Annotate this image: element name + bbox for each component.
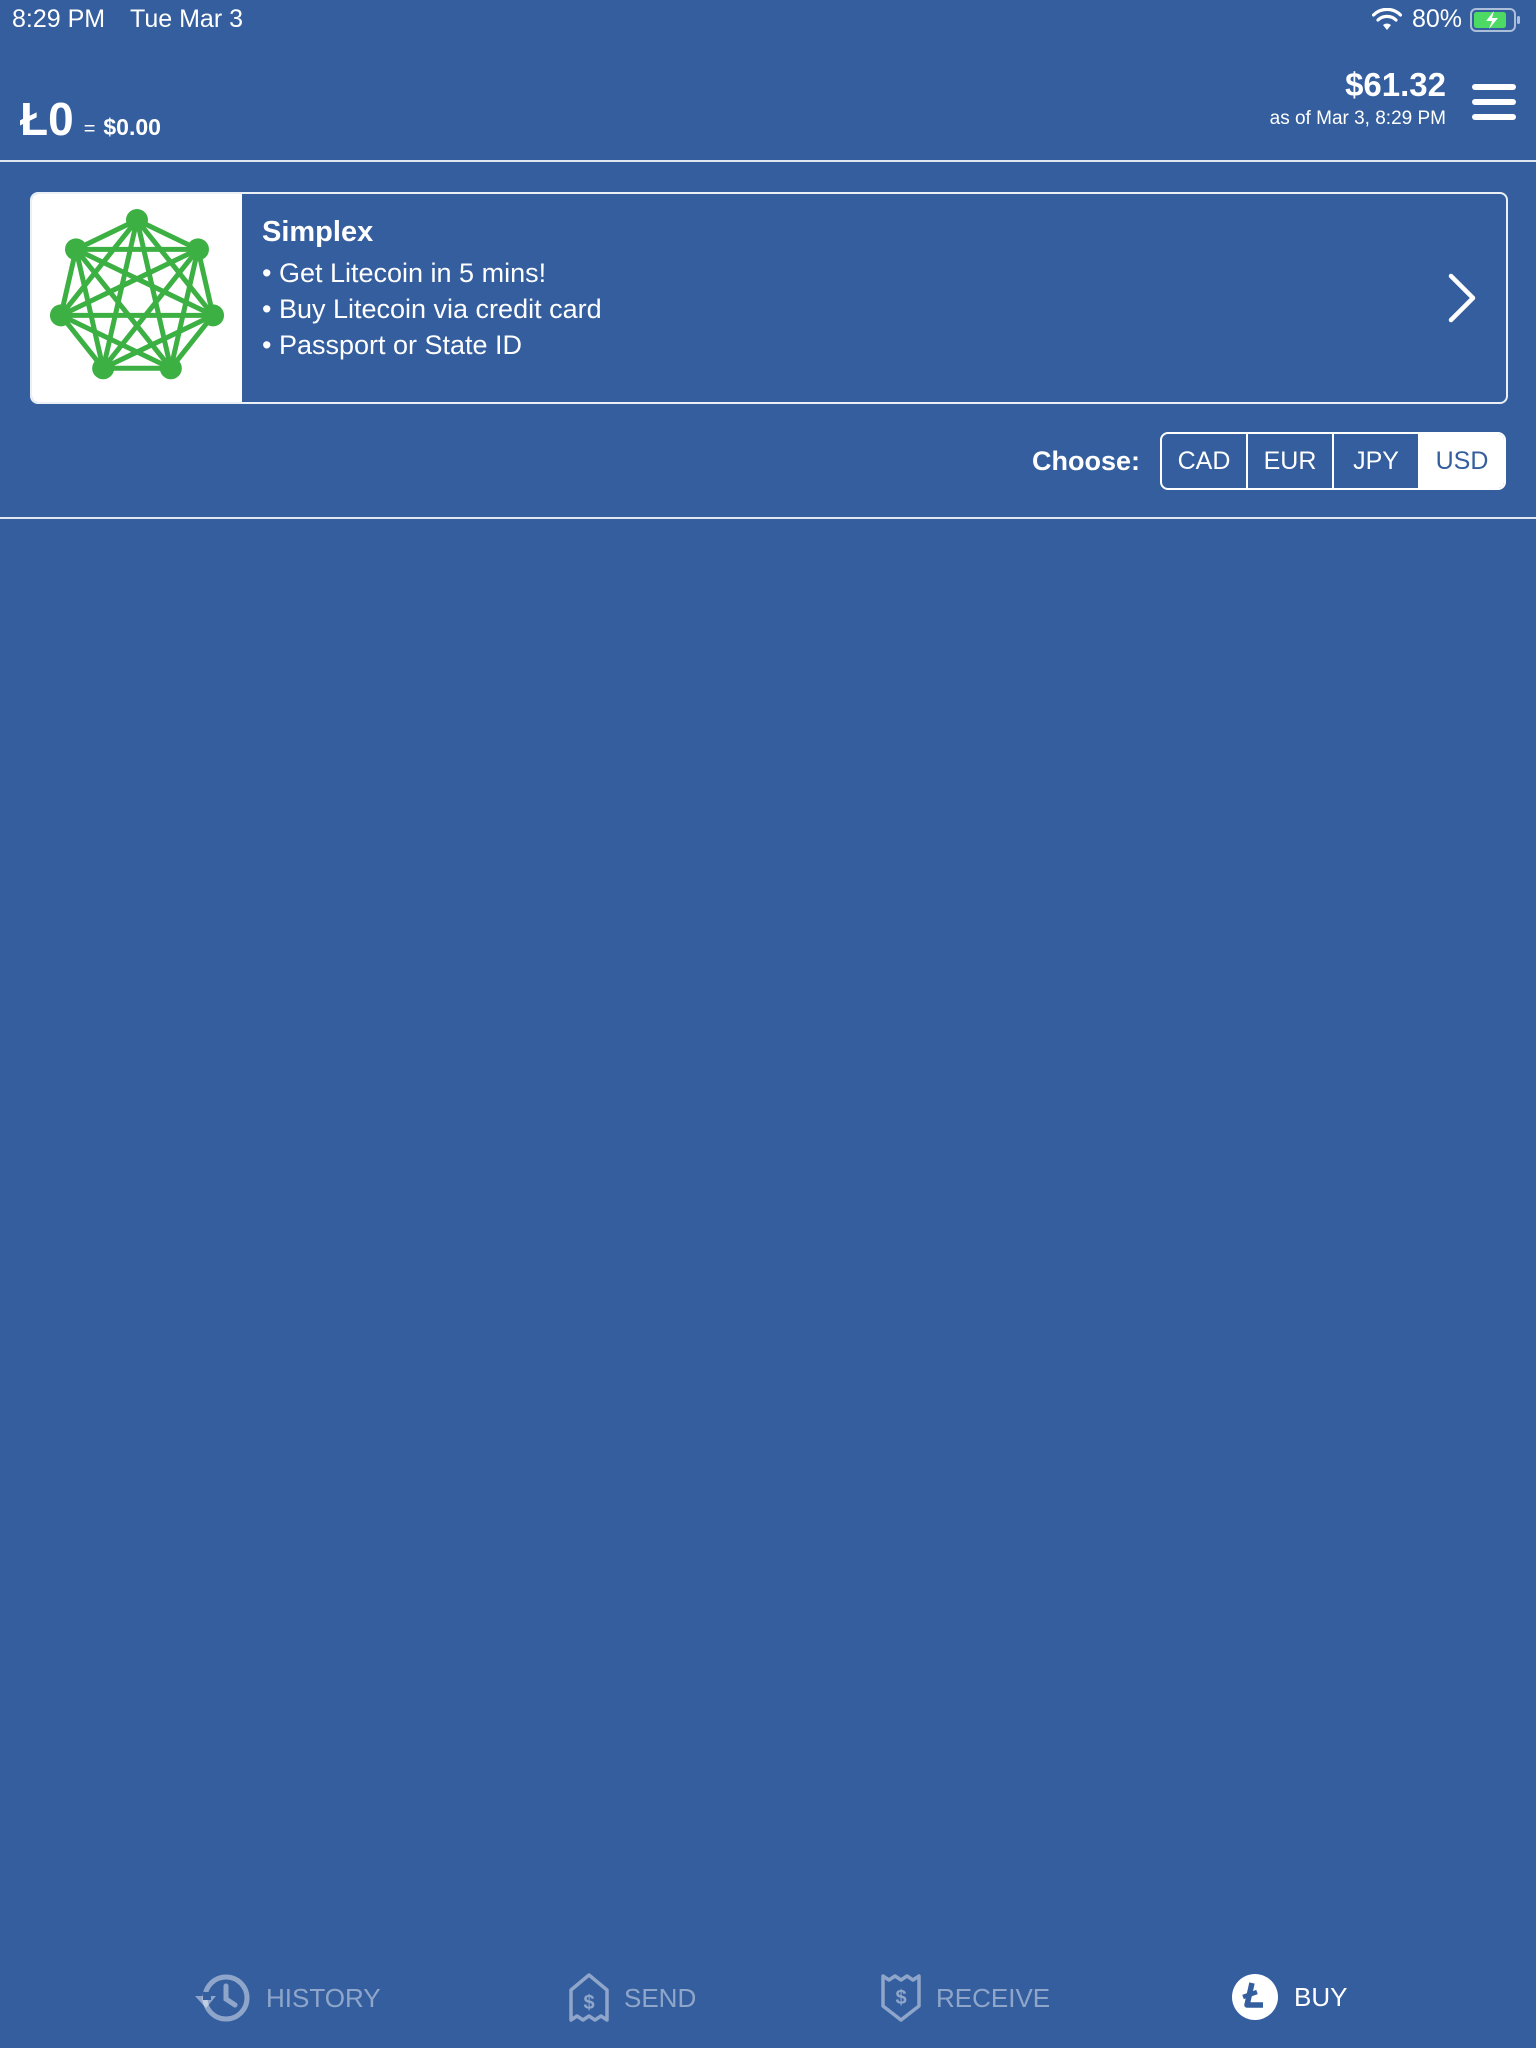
exchange-rate: $61.32	[1345, 66, 1446, 103]
tab-receive[interactable]: $ RECEIVE	[880, 1972, 1050, 2024]
balance: Ł0 = $0.00	[20, 92, 161, 146]
logo-node	[186, 238, 209, 261]
provider-feature: • Get Litecoin in 5 mins!	[262, 258, 547, 288]
logo-node	[92, 357, 115, 380]
status-bar: 8:29 PM Tue Mar 3 80%	[0, 0, 1536, 40]
history-icon	[195, 1974, 250, 2022]
currency-option-eur[interactable]: EUR	[1248, 434, 1334, 488]
provider-name: Simplex	[262, 216, 374, 248]
balance-equals: =	[83, 118, 96, 140]
battery-percent: 80%	[1411, 5, 1462, 33]
tab-history[interactable]: HISTORY	[194, 1972, 381, 2024]
status-indicators: 80%	[1371, 5, 1522, 34]
logo-node	[159, 357, 182, 380]
status-date: Tue Mar 3	[130, 5, 244, 33]
exchange-rate-timestamp: as of Mar 3, 8:29 PM	[1269, 108, 1446, 129]
tab-send-label: SEND	[624, 1982, 697, 2013]
currency-option-usd[interactable]: USD	[1420, 434, 1504, 488]
status-time: 8:29 PM	[12, 5, 106, 33]
section-divider	[0, 517, 1536, 519]
svg-text:$: $	[583, 1992, 594, 2014]
price-box: $61.32 as of Mar 3, 8:29 PM	[1270, 66, 1446, 130]
tab-bar: HISTORY $ SEND $ RECEIVE BUY	[0, 1948, 1536, 2048]
chevron-right-icon	[1448, 273, 1476, 323]
simplex-network-icon	[49, 209, 225, 380]
currency-option-cad[interactable]: CAD	[1162, 434, 1248, 488]
provider-details: Simplex • Get Litecoin in 5 mins! • Buy …	[242, 194, 1506, 402]
battery-charging-icon	[1470, 7, 1520, 32]
tab-receive-label: RECEIVE	[936, 1982, 1051, 2013]
wifi-icon	[1371, 7, 1402, 30]
menu-bar	[1472, 84, 1516, 90]
currency-option-jpy[interactable]: JPY	[1334, 434, 1420, 488]
chooser-label: Choose:	[1032, 445, 1140, 476]
logo-node	[202, 304, 225, 327]
hamburger-menu-icon[interactable]	[1472, 84, 1516, 120]
balance-fiat: $0.00	[103, 114, 161, 140]
provider-feature: • Buy Litecoin via credit card	[262, 294, 602, 324]
svg-text:$: $	[895, 1987, 906, 2009]
logo-node	[65, 238, 88, 261]
simplex-provider-card[interactable]: Simplex • Get Litecoin in 5 mins! • Buy …	[30, 192, 1508, 404]
tab-buy[interactable]: BUY	[1230, 1972, 1347, 2022]
send-icon: $	[569, 1973, 609, 2022]
menu-bar	[1472, 99, 1516, 105]
litecoin-icon	[1232, 1974, 1278, 2020]
currency-segmented-control: CAD EUR JPY USD	[1160, 432, 1506, 490]
currency-chooser: Choose: CAD EUR JPY USD	[1032, 432, 1506, 490]
tab-send[interactable]: $ SEND	[568, 1972, 696, 2024]
provider-feature: • Passport or State ID	[262, 330, 523, 360]
tab-buy-label: BUY	[1294, 1981, 1348, 2012]
logo-node	[49, 304, 72, 327]
receive-icon: $	[881, 1974, 921, 2022]
logo-node	[126, 209, 148, 231]
simplex-logo	[32, 194, 242, 402]
menu-bar	[1472, 114, 1516, 120]
wallet-header: Ł0 = $0.00 $61.32 as of Mar 3, 8:29 PM	[0, 40, 1536, 162]
tab-history-label: HISTORY	[266, 1982, 381, 2013]
balance-ltc: Ł0	[20, 93, 74, 145]
